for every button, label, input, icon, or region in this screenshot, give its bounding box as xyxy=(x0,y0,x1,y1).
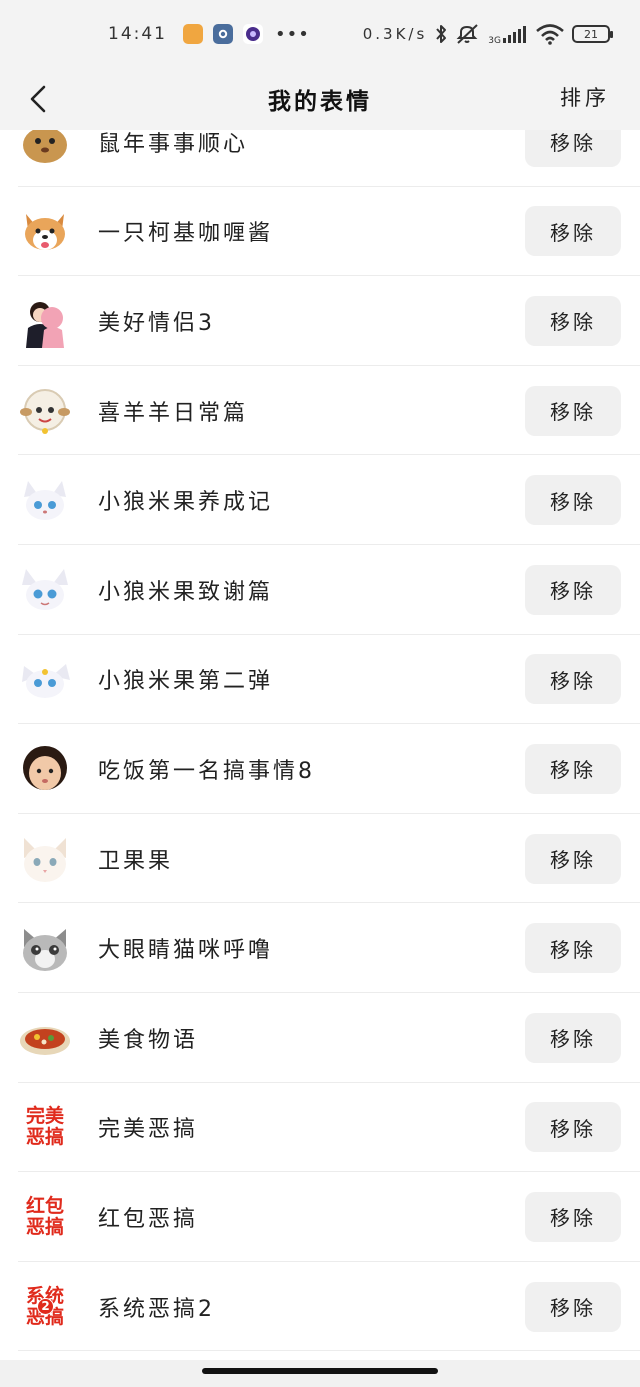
list-item: 卫果果 移除 xyxy=(0,814,640,904)
sticker-name: 吃饭第一名搞事情8 xyxy=(98,758,315,784)
sticker-name: 红包恶搞 xyxy=(98,1206,199,1232)
wifi-icon xyxy=(536,24,564,45)
couple-sticker-thumbnail xyxy=(18,294,72,348)
remove-button[interactable]: 移除 xyxy=(525,564,621,615)
sticker-name: 小狼米果第二弹 xyxy=(98,669,274,695)
nav-header: 我的表情 排序 xyxy=(0,68,640,130)
remove-button[interactable]: 移除 xyxy=(525,1012,621,1063)
sort-button[interactable]: 排序 xyxy=(560,82,610,112)
logo-text-top: 完美 xyxy=(25,1105,64,1128)
remove-button[interactable]: 移除 xyxy=(525,475,621,526)
status-time: 14:41 xyxy=(108,24,167,44)
remove-button[interactable]: 移除 xyxy=(525,1191,621,1242)
home-indicator[interactable] xyxy=(202,1368,438,1374)
remove-button[interactable]: 移除 xyxy=(525,295,621,346)
wolf-sticker-thumbnail xyxy=(18,563,72,617)
sticker-name: 小狼米果致谢篇 xyxy=(98,579,274,605)
chevron-left-icon xyxy=(30,85,46,113)
remove-button[interactable]: 移除 xyxy=(525,743,621,794)
list-item: 喜羊羊日常篇 移除 xyxy=(0,366,640,456)
wolf-sticker-thumbnail xyxy=(18,652,72,706)
list-item: 系统 恶搞 2 系统恶搞2 移除 xyxy=(0,1262,640,1352)
remove-button[interactable]: 移除 xyxy=(525,923,621,974)
corgi-sticker-thumbnail xyxy=(18,204,72,258)
network-type: 3G xyxy=(488,36,501,46)
page-title: 我的表情 xyxy=(268,89,372,115)
status-bar: 14:41 ••• 0.3K/s 3G 21 xyxy=(0,0,640,68)
list-item: 小狼米果养成记 移除 xyxy=(0,455,640,545)
sticker-name: 完美恶搞 xyxy=(98,1117,199,1143)
mute-icon xyxy=(456,24,478,44)
more-notifications-icon: ••• xyxy=(275,23,310,45)
sticker-name: 美食物语 xyxy=(98,1027,199,1053)
battery-icon: 21 xyxy=(572,25,613,43)
sticker-name: 系统恶搞2 xyxy=(98,1296,215,1322)
sticker-name: 小狼米果养成记 xyxy=(98,490,274,516)
text-logo-thumbnail: 完美 恶搞 xyxy=(18,1100,72,1154)
back-button[interactable] xyxy=(18,78,58,120)
wolf-sticker-thumbnail xyxy=(18,473,72,527)
camera-purple-icon xyxy=(243,24,263,44)
settings-blue-icon xyxy=(213,24,233,44)
sticker-name: 大眼睛猫咪呼噜 xyxy=(98,938,274,964)
logo-badge: 2 xyxy=(37,1297,54,1315)
remove-button[interactable]: 移除 xyxy=(525,1102,621,1153)
list-item: 大眼睛猫咪呼噜 移除 xyxy=(0,903,640,993)
sticker-name: 喜羊羊日常篇 xyxy=(98,400,249,426)
sticker-name: 美好情侣3 xyxy=(98,310,215,336)
app-orange-icon xyxy=(183,24,203,44)
text-logo-thumbnail: 系统 恶搞 2 xyxy=(18,1280,72,1334)
signal-icon xyxy=(503,26,526,43)
remove-button[interactable]: 移除 xyxy=(525,206,621,257)
list-item: 美好情侣3 移除 xyxy=(0,276,640,366)
food-sticker-thumbnail xyxy=(18,1011,72,1065)
list-item: 红包 恶搞 红包恶搞 移除 xyxy=(0,1172,640,1262)
logo-text-bottom: 恶搞 xyxy=(25,1126,64,1149)
network-speed: 0.3K/s xyxy=(362,25,428,43)
list-item: 完美 恶搞 完美恶搞 移除 xyxy=(0,1083,640,1173)
list-item: 小狼米果第二弹 移除 xyxy=(0,635,640,725)
text-logo-thumbnail: 红包 恶搞 xyxy=(18,1190,72,1244)
bluetooth-icon xyxy=(436,25,447,43)
remove-button[interactable]: 移除 xyxy=(525,1281,621,1332)
remove-button[interactable]: 移除 xyxy=(525,654,621,705)
remove-button[interactable]: 移除 xyxy=(525,385,621,436)
list-item: 一只柯基咖喱酱 移除 xyxy=(0,187,640,277)
sticker-list: 鼠年事事顺心 移除 一只柯基咖喱酱 移除 美好情侣3 移除 喜羊羊日常篇 移除 … xyxy=(0,97,640,1351)
status-right: 0.3K/s 3G 21 xyxy=(362,22,613,46)
white-cat-sticker-thumbnail xyxy=(18,832,72,886)
list-item: 吃饭第一名搞事情8 移除 xyxy=(0,724,640,814)
list-item: 小狼米果致谢篇 移除 xyxy=(0,545,640,635)
battery-level: 21 xyxy=(584,27,598,41)
sticker-name: 卫果果 xyxy=(98,848,174,874)
sticker-name: 一只柯基咖喱酱 xyxy=(98,221,274,247)
sticker-name: 鼠年事事顺心 xyxy=(98,131,249,157)
kid-sticker-thumbnail xyxy=(18,742,72,796)
logo-text-top: 红包 xyxy=(25,1194,64,1217)
grey-cat-sticker-thumbnail xyxy=(18,921,72,975)
logo-text-bottom: 恶搞 xyxy=(25,1215,64,1238)
sheep-sticker-thumbnail xyxy=(18,384,72,438)
remove-button[interactable]: 移除 xyxy=(525,833,621,884)
list-item: 美食物语 移除 xyxy=(0,993,640,1083)
